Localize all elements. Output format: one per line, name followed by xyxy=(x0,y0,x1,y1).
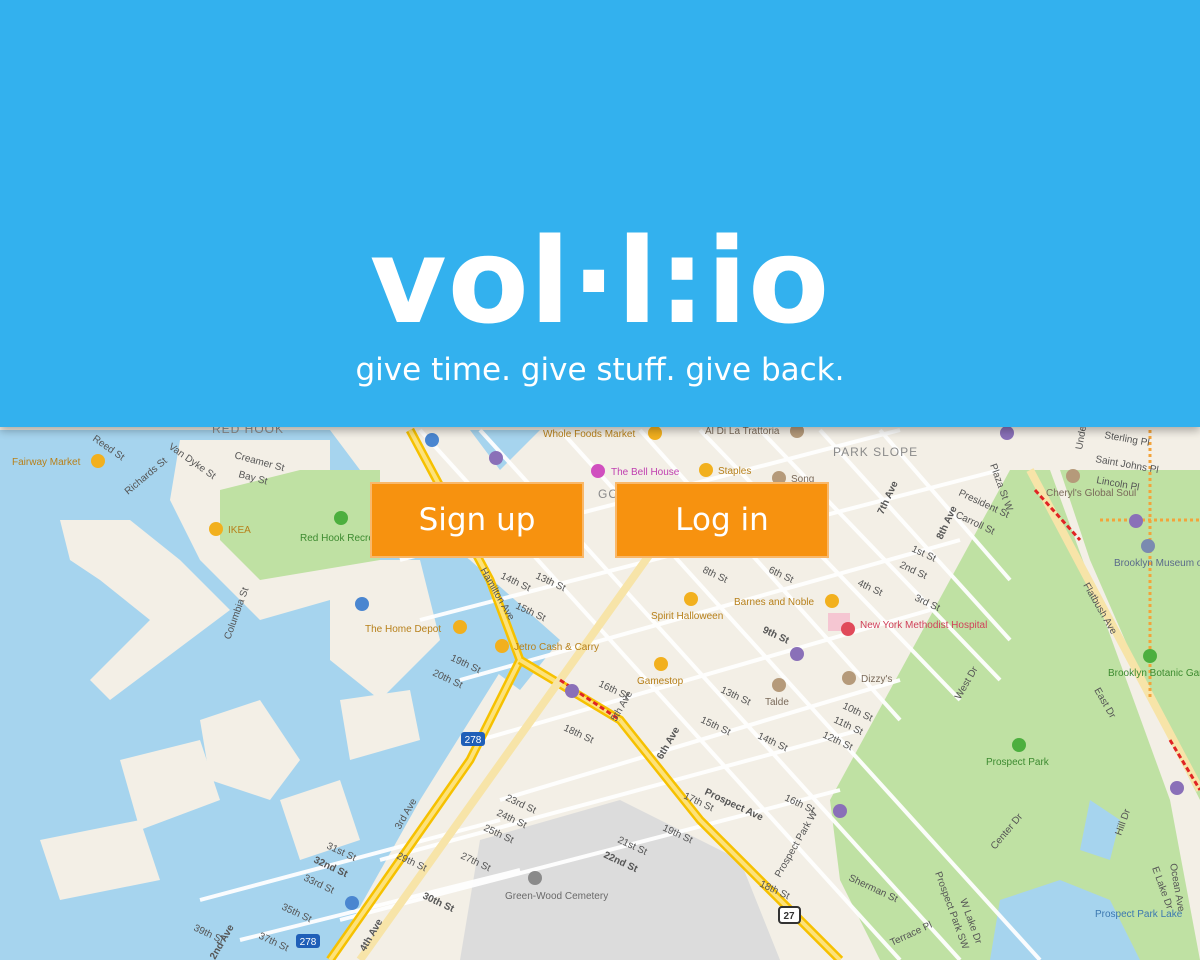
shopping-bag-icon[interactable] xyxy=(825,594,839,608)
street-label: 13th St xyxy=(719,685,753,708)
place-label[interactable]: Brooklyn Museum of Art xyxy=(1114,558,1200,569)
street-label: 18th St xyxy=(562,723,596,746)
place-label[interactable]: Fairway Market xyxy=(12,457,81,468)
place-label[interactable]: New York Methodist Hospital xyxy=(860,620,987,631)
transit-icon xyxy=(355,597,369,611)
place-label[interactable]: IKEA xyxy=(228,525,251,536)
street-label: 8th Ave xyxy=(935,504,960,541)
sign-up-button[interactable]: Sign up xyxy=(370,482,584,558)
shopping-bag-icon[interactable] xyxy=(654,657,668,671)
street-label: 9th St xyxy=(761,625,791,647)
shopping-bag-icon[interactable] xyxy=(91,454,105,468)
transit-icon xyxy=(1129,514,1143,528)
hero-banner: vol·l:io give time. give stuff. give bac… xyxy=(0,0,1200,427)
cemetery-icon[interactable] xyxy=(528,871,542,885)
log-in-button[interactable]: Log in xyxy=(615,482,829,558)
gas-station-icon xyxy=(345,896,359,910)
restaurant-icon[interactable] xyxy=(772,678,786,692)
hospital-icon[interactable] xyxy=(841,622,855,636)
transit-icon xyxy=(1170,781,1184,795)
route-shield-icon: 27 xyxy=(778,906,801,924)
street-label: Prospect Park W xyxy=(773,809,820,880)
interstate-shield-icon: 278 xyxy=(296,934,320,948)
park-icon[interactable] xyxy=(1012,738,1026,752)
neighborhood-label: PARK SLOPE xyxy=(833,445,918,459)
place-label[interactable]: Staples xyxy=(718,466,751,477)
place-label[interactable]: The Home Depot xyxy=(365,624,441,635)
park-icon[interactable] xyxy=(1143,649,1157,663)
restaurant-icon[interactable] xyxy=(1066,469,1080,483)
interstate-shield-icon: 278 xyxy=(461,732,485,746)
shopping-bag-icon[interactable] xyxy=(699,463,713,477)
brand-logo: vol·l:io xyxy=(369,212,831,350)
transit-icon xyxy=(425,433,439,447)
shopping-bag-icon[interactable] xyxy=(209,522,223,536)
place-label[interactable]: Spirit Halloween xyxy=(651,611,723,622)
shopping-bag-icon[interactable] xyxy=(684,592,698,606)
transit-icon xyxy=(565,684,579,698)
transit-icon xyxy=(1000,426,1014,440)
transit-icon xyxy=(790,647,804,661)
place-label[interactable]: Green-Wood Cemetery xyxy=(505,891,608,902)
place-label[interactable]: Brooklyn Botanic Gardens xyxy=(1108,668,1200,679)
svg-text:278: 278 xyxy=(300,937,317,948)
svg-text:278: 278 xyxy=(465,735,482,746)
place-label[interactable]: Al Di La Trattoria xyxy=(705,426,780,437)
park-icon[interactable] xyxy=(334,511,348,525)
shopping-cart-icon[interactable] xyxy=(495,639,509,653)
place-label[interactable]: The Bell House xyxy=(611,467,680,478)
place-label[interactable]: Gamestop xyxy=(637,676,684,687)
place-label[interactable]: Prospect Park xyxy=(986,757,1050,768)
place-label[interactable]: Jetro Cash & Carry xyxy=(514,642,599,653)
place-label[interactable]: Whole Foods Market xyxy=(543,429,635,440)
bar-icon[interactable] xyxy=(591,464,605,478)
place-label[interactable]: Talde xyxy=(765,697,789,708)
svg-text:27: 27 xyxy=(783,911,795,922)
place-label[interactable]: Dizzy's xyxy=(861,674,892,685)
restaurant-icon[interactable] xyxy=(842,671,856,685)
place-label[interactable]: Prospect Park Lake xyxy=(1095,909,1183,920)
street-label: 8th St xyxy=(701,565,730,586)
shopping-bag-icon[interactable] xyxy=(648,426,662,440)
street-label: 29th St xyxy=(395,851,429,874)
tagline: give time. give stuff. give back. xyxy=(355,352,845,388)
transit-icon xyxy=(833,804,847,818)
street-label: Sterling Pl xyxy=(1103,430,1150,449)
place-label[interactable]: Barnes and Noble xyxy=(734,597,814,608)
street-label: 6th Ave xyxy=(655,725,682,762)
transit-icon xyxy=(489,451,503,465)
street-label: 6th St xyxy=(767,565,796,586)
museum-icon[interactable] xyxy=(1141,539,1155,553)
shopping-bag-icon[interactable] xyxy=(453,620,467,634)
